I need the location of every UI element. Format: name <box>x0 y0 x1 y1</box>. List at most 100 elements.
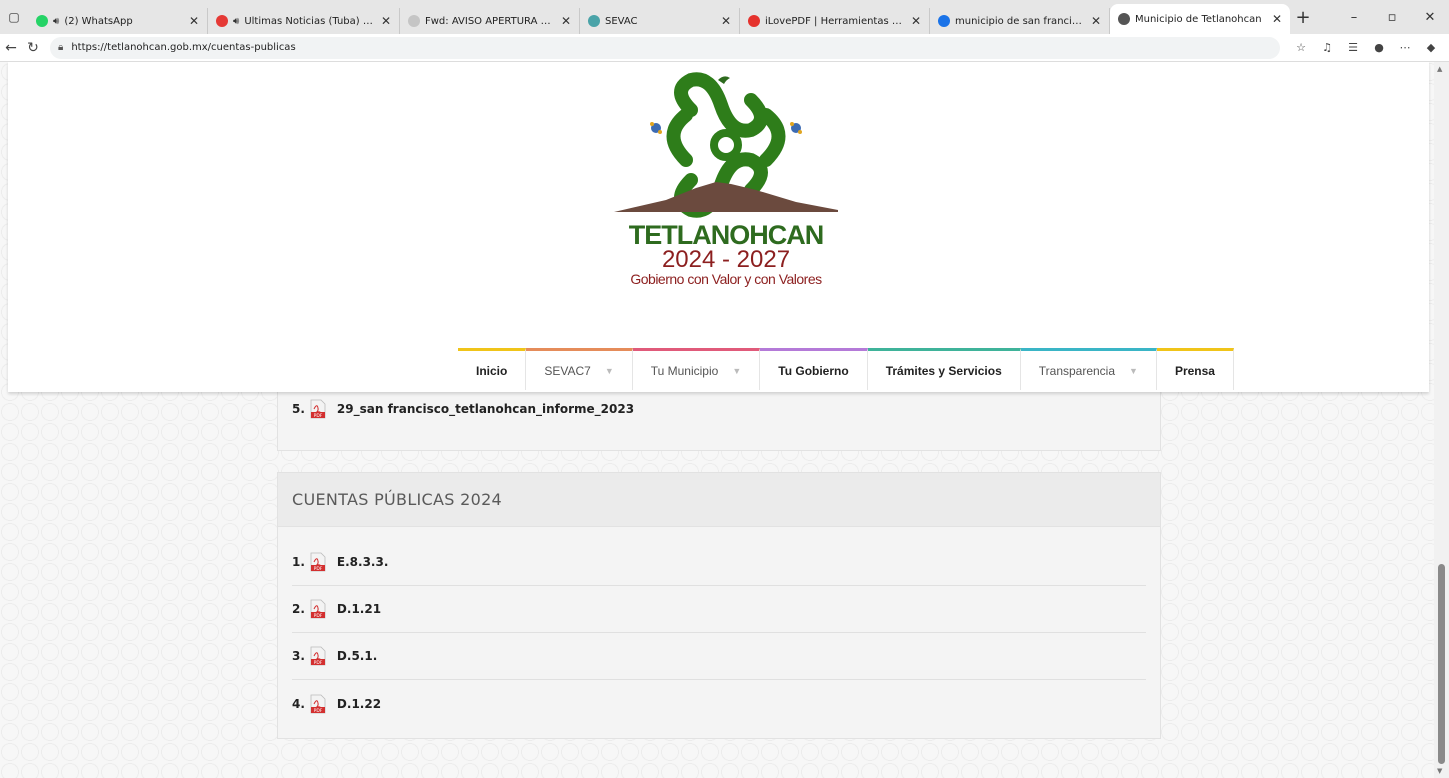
menu-item-label: Inicio <box>476 363 508 378</box>
tab-close-icon[interactable]: ✕ <box>561 14 571 28</box>
menu-item-label: Trámites y Servicios <box>885 363 1002 378</box>
browser-tab-strip: ▢ 🔊︎ (2) WhatsApp ✕ 🔊︎ Ultimas Noticias (Tub… <box>0 0 1449 34</box>
new-tab-button[interactable]: + <box>1290 7 1316 28</box>
tab-audio-icon[interactable]: 🔊︎ <box>233 16 239 27</box>
tab-label: Ultimas Noticias (Tuba) - You <box>244 15 375 27</box>
document-row: 3. PDF D.5.1. <box>292 633 1146 680</box>
minimize-icon[interactable]: – <box>1335 10 1373 25</box>
tab-close-icon[interactable]: ✕ <box>911 14 921 28</box>
menu-item-label: Tu Municipio <box>650 363 719 378</box>
window-controls: – ▫ ✕ <box>1335 10 1449 25</box>
logo-years: 2024 - 2027 <box>661 246 791 273</box>
document-link[interactable]: 29_san francisco_tetlanohcan_informe_202… <box>337 402 634 416</box>
svg-text:PDF: PDF <box>314 613 323 619</box>
scrollbar-thumb[interactable] <box>1438 564 1445 764</box>
tab-label: (2) WhatsApp <box>64 15 133 27</box>
tab-label: municipio de san francisco tetlan <box>955 15 1085 27</box>
tab-favicon-icon <box>748 15 760 27</box>
browser-tab[interactable]: SEVAC ✕ <box>580 8 740 34</box>
tab-close-icon[interactable]: ✕ <box>189 14 199 28</box>
section-2024-card: CUENTAS PÚBLICAS 2024 1. PDF E.8.3.3. 2. PDF… <box>277 472 1161 739</box>
document-number: 4. <box>292 696 305 711</box>
pdf-icon: PDF <box>310 646 326 666</box>
tab-favicon-icon <box>1118 13 1130 25</box>
more-menu-icon[interactable]: ⋯ <box>1392 41 1418 54</box>
document-row: 4. PDF D.1.22 <box>292 680 1146 727</box>
chevron-down-icon: ▼ <box>1129 365 1138 376</box>
menu-item-label: Tu Gobierno <box>778 363 849 378</box>
menu-item-label: Prensa <box>1174 363 1215 378</box>
tab-audio-icon[interactable]: 🔊︎ <box>53 16 59 27</box>
favorites-icon[interactable]: ☰ <box>1340 41 1366 54</box>
menu-item-transparencia[interactable]: Transparencia ▼ <box>1020 348 1157 390</box>
tab-actions-icon[interactable]: ▢ <box>0 0 28 34</box>
document-link[interactable]: D.5.1. <box>337 649 377 663</box>
logo-emblem-icon <box>614 72 838 218</box>
pdf-icon: PDF <box>310 552 326 572</box>
document-number: 5. <box>292 401 305 416</box>
menu-item-prensa[interactable]: Prensa <box>1156 348 1234 390</box>
pdf-icon: PDF <box>310 599 326 619</box>
browser-tab[interactable]: municipio de san francisco tetlan ✕ <box>930 8 1110 34</box>
pdf-icon: PDF <box>310 694 326 714</box>
document-link[interactable]: D.1.22 <box>337 697 381 711</box>
svg-text:PDF: PDF <box>314 660 323 666</box>
copilot-icon[interactable]: ◆ <box>1418 41 1444 54</box>
scroll-up-icon[interactable]: ▲ <box>1437 65 1442 73</box>
tab-favicon-icon <box>588 15 600 27</box>
document-number: 2. <box>292 602 305 616</box>
chevron-down-icon: ▼ <box>732 365 742 376</box>
address-bar[interactable]: 🔒︎ https://tetlanohcan.gob.mx/cuentas-pu… <box>50 36 1280 59</box>
menu-item-tu-gobierno[interactable]: Tu Gobierno <box>760 348 868 390</box>
menu-item-tu-municipio[interactable]: Tu Municipio ▼ <box>632 348 761 390</box>
navigation-bar: ← ↻ 🔒︎ https://tetlanohcan.gob.mx/cuenta… <box>0 34 1449 62</box>
section-2024-title: CUENTAS PÚBLICAS 2024 <box>278 473 1160 527</box>
logo-slogan: Gobierno con Valor y con Valores <box>630 271 822 287</box>
municipality-logo[interactable]: TETLANOHCAN 2024 - 2027 Gobierno con Val… <box>606 70 846 287</box>
lock-icon: 🔒︎ <box>58 42 64 53</box>
document-row: 2. PDF D.1.21 <box>292 586 1146 633</box>
main-menu: Inicio SEVAC7 ▼ Tu Municipio ▼ Tu Gobierno Trá… <box>458 348 1234 390</box>
favorite-star-icon[interactable]: ☆ <box>1288 41 1314 54</box>
read-aloud-icon[interactable]: ♫ <box>1314 41 1340 54</box>
tab-favicon-icon <box>36 15 48 27</box>
browser-tab[interactable]: Fwd: AVISO APERTURA DE PLATA ✕ <box>400 8 580 34</box>
url-text: https://tetlanohcan.gob.mx/cuentas-publi… <box>71 42 296 53</box>
tab-favicon-icon <box>408 15 420 27</box>
menu-item-tr-mites-y-servicios[interactable]: Trámites y Servicios <box>867 348 1021 390</box>
browser-tab[interactable]: 🔊︎ Ultimas Noticias (Tuba) - You ✕ <box>208 8 400 34</box>
page-scrollbar[interactable]: ▲ ▼ <box>1434 62 1449 778</box>
browser-toolbar: ☆ ♫ ☰ ● ⋯ ◆ <box>1288 41 1444 54</box>
tab-label: Fwd: AVISO APERTURA DE PLATA <box>425 15 555 27</box>
browser-tab[interactable]: Municipio de Tetlanohcan ✕ <box>1110 4 1290 34</box>
tab-list: 🔊︎ (2) WhatsApp ✕ 🔊︎ Ultimas Noticias (Tuba)… <box>28 0 1290 34</box>
page-viewport: TETLANOHCAN 2024 - 2027 Gobierno con Val… <box>0 62 1434 778</box>
document-link[interactable]: D.1.21 <box>337 602 381 616</box>
menu-item-sevac7[interactable]: SEVAC7 ▼ <box>526 348 633 390</box>
scroll-down-icon[interactable]: ▼ <box>1437 767 1442 775</box>
back-icon[interactable]: ← <box>0 40 22 56</box>
browser-tab[interactable]: 🔊︎ (2) WhatsApp ✕ <box>28 8 208 34</box>
menu-item-label: Transparencia <box>1038 363 1116 378</box>
menu-item-label: SEVAC7 <box>544 363 591 378</box>
svg-text:PDF: PDF <box>314 566 323 572</box>
pdf-icon: PDF <box>310 399 326 419</box>
document-link[interactable]: E.8.3.3. <box>337 555 388 569</box>
tab-close-icon[interactable]: ✕ <box>1272 12 1282 26</box>
document-number: 3. <box>292 649 305 663</box>
reload-icon[interactable]: ↻ <box>22 40 44 56</box>
browser-tab[interactable]: iLovePDF | Herramientas PDF onl ✕ <box>740 8 930 34</box>
svg-text:PDF: PDF <box>314 413 323 419</box>
restore-icon[interactable]: ▫ <box>1373 10 1411 25</box>
tab-label: SEVAC <box>605 15 638 27</box>
profile-avatar-icon[interactable]: ● <box>1366 41 1392 54</box>
section-2024-doc-list: 1. PDF E.8.3.3. 2. PDF D.1.21 3. PDF D.5.1. 4. PDF… <box>278 527 1160 727</box>
site-header: TETLANOHCAN 2024 - 2027 Gobierno con Val… <box>8 62 1429 392</box>
svg-text:PDF: PDF <box>314 708 323 714</box>
tab-close-icon[interactable]: ✕ <box>381 14 391 28</box>
tab-close-icon[interactable]: ✕ <box>721 14 731 28</box>
document-row: 5. PDF 29_san francisco_tetlanohcan_inform… <box>292 385 1146 432</box>
menu-item-inicio[interactable]: Inicio <box>458 348 527 390</box>
tab-close-icon[interactable]: ✕ <box>1091 14 1101 28</box>
close-window-icon[interactable]: ✕ <box>1411 10 1449 25</box>
